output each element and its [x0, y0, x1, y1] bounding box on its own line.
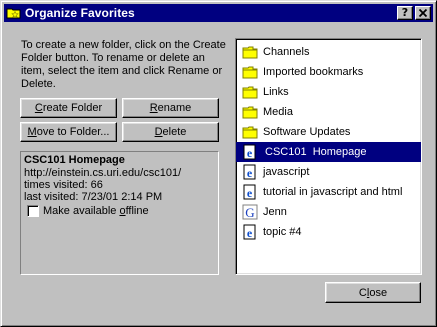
- google-g-icon: G: [242, 204, 258, 220]
- item-url: http://einstein.cs.uri.edu/csc101/: [24, 167, 182, 179]
- create-folder-button[interactable]: Create Folder: [20, 98, 117, 118]
- list-item-jenn[interactable]: G Jenn: [236, 202, 421, 222]
- button-label: reate Folder: [42, 102, 103, 114]
- make-available-offline-option[interactable]: Make available offline: [24, 205, 215, 217]
- item-times-visited: times visited: 66: [24, 179, 103, 191]
- item-label: javascript: [263, 166, 310, 178]
- move-to-folder-button[interactable]: Move to Folder...: [20, 122, 117, 142]
- svg-text:e: e: [247, 146, 253, 160]
- item-label: Imported bookmarks: [263, 66, 364, 78]
- list-item-media[interactable]: Media: [236, 102, 421, 122]
- item-label: Links: [263, 86, 289, 98]
- list-item-tutorial[interactable]: e tutorial in javascript and html: [236, 182, 421, 202]
- item-label: Software Updates: [263, 126, 351, 138]
- ie-page-icon: e: [243, 224, 256, 240]
- item-label: CSC101 Homepage: [265, 146, 367, 158]
- item-label: Jenn: [263, 206, 287, 218]
- svg-text:e: e: [247, 186, 253, 200]
- item-last-visited: last visited: 7/23/01 2:14 PM: [24, 191, 163, 203]
- title-bar[interactable]: Organize Favorites ?: [4, 4, 433, 22]
- close-window-button[interactable]: [415, 6, 431, 20]
- svg-text:e: e: [247, 226, 253, 240]
- list-item-imported-bookmarks[interactable]: Imported bookmarks: [236, 62, 421, 82]
- rename-button[interactable]: Rename: [122, 98, 219, 118]
- item-label: tutorial in javascript and html: [263, 186, 403, 198]
- button-label: elete: [162, 126, 187, 138]
- make-available-offline-checkbox[interactable]: [27, 205, 39, 217]
- checkbox-label: Make available offline: [43, 205, 149, 217]
- ie-page-icon: e: [243, 164, 256, 180]
- button-accesskey: M: [27, 126, 37, 138]
- favorites-list[interactable]: Channels Imported bookmarks Links Media …: [235, 38, 422, 275]
- ie-page-icon: e: [243, 184, 256, 200]
- close-icon: [418, 8, 428, 18]
- list-item-csc101-homepage[interactable]: e CSC101 Homepage: [236, 142, 421, 162]
- item-label: topic #4: [263, 226, 302, 238]
- item-name: CSC101 Homepage: [24, 154, 125, 166]
- instructions-text: To create a new folder, click on the Cre…: [21, 39, 226, 90]
- close-button[interactable]: Cl ose: [325, 282, 421, 303]
- button-accesskey: C: [34, 102, 43, 114]
- item-info-panel: CSC101 Homepage http://einstein.cs.uri.e…: [20, 151, 219, 275]
- button-accesskey: R: [149, 102, 158, 114]
- button-label: C: [358, 286, 367, 299]
- list-item-links[interactable]: Links: [236, 82, 421, 102]
- ie-page-icon: e: [243, 144, 256, 160]
- list-item-channels[interactable]: Channels: [236, 42, 421, 62]
- svg-text:G: G: [245, 205, 254, 220]
- item-label: Channels: [263, 46, 310, 58]
- list-item-javascript[interactable]: e javascript: [236, 162, 421, 182]
- delete-button[interactable]: Delete: [122, 122, 219, 142]
- list-item-topic-4[interactable]: e topic #4: [236, 222, 421, 242]
- folder-icon: [242, 46, 258, 59]
- folder-icon: [242, 106, 258, 119]
- favorites-folder-icon: [6, 5, 22, 21]
- button-accesskey: D: [154, 126, 163, 138]
- list-item-software-updates[interactable]: Software Updates: [236, 122, 421, 142]
- folder-icon: [242, 66, 258, 79]
- window-title: Organize Favorites: [25, 6, 135, 20]
- organize-favorites-dialog: Organize Favorites ? To create a new fol…: [0, 0, 437, 327]
- button-label: ove to Folder...: [36, 126, 110, 138]
- folder-icon: [242, 126, 258, 139]
- folder-icon: [242, 86, 258, 99]
- help-button[interactable]: ?: [397, 6, 413, 20]
- svg-text:e: e: [247, 166, 253, 180]
- item-label: Media: [263, 106, 293, 118]
- button-label: ename: [157, 102, 192, 114]
- button-label: ose: [369, 286, 388, 299]
